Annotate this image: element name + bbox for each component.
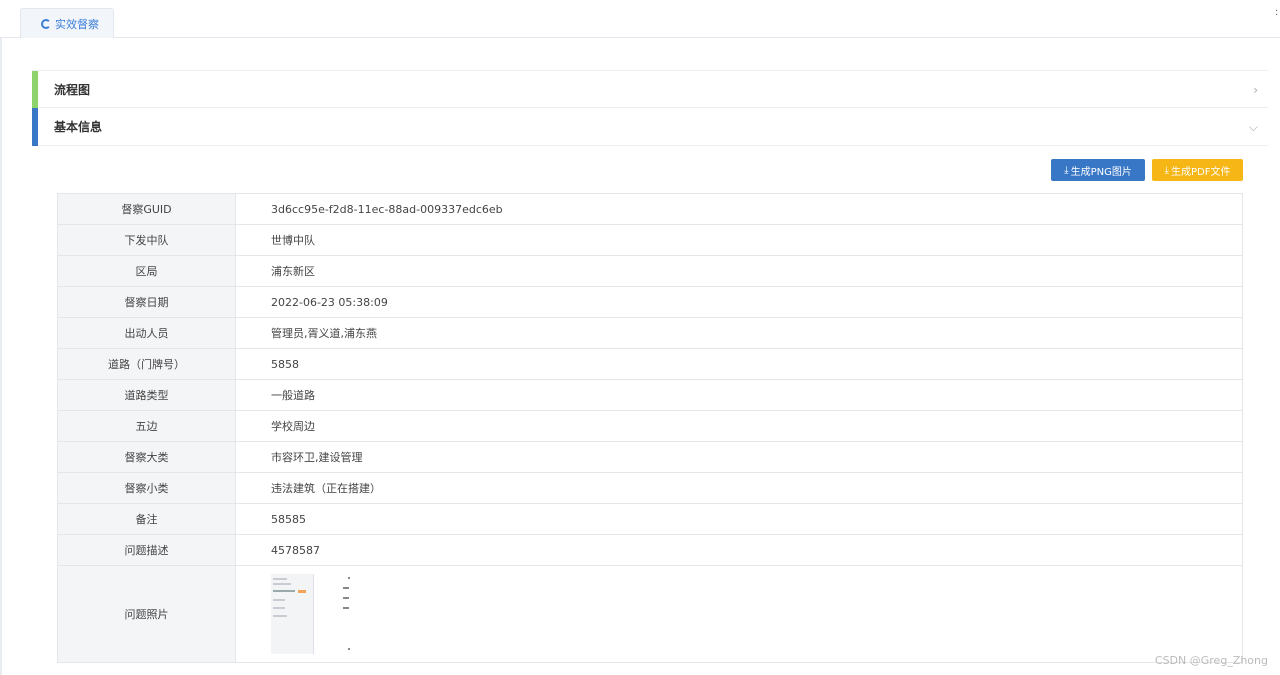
section-flowchart[interactable]: 流程图 › (32, 70, 1268, 109)
row-label: 下发中队 (57, 224, 236, 256)
table-row: 督察日期 2022-06-23 05:38:09 (57, 286, 1243, 318)
section-accent-bar (32, 71, 38, 109)
table-row: 下发中队 世博中队 (57, 224, 1243, 256)
table-row: 道路（门牌号） 5858 (57, 348, 1243, 380)
row-label: 五边 (57, 410, 236, 442)
table-row: 区局 浦东新区 (57, 255, 1243, 287)
download-icon: ⤓ (1164, 164, 1169, 176)
row-value: 世博中队 (235, 224, 1243, 256)
row-label: 备注 (57, 503, 236, 535)
tab-bar: 实效督察 · · (0, 0, 1280, 38)
row-value: 3d6cc95e-f2d8-11ec-88ad-009337edc6eb (235, 193, 1243, 225)
section-title-flowchart: 流程图 (54, 82, 91, 97)
row-label: 出动人员 (57, 317, 236, 349)
row-value: 学校周边 (235, 410, 1243, 442)
section-accent-bar (32, 108, 38, 146)
table-row: 督察大类 市容环卫,建设管理 (57, 441, 1243, 473)
row-label: 区局 (57, 255, 236, 287)
table-row: 问题照片 (57, 565, 1243, 663)
row-label: 问题描述 (57, 534, 236, 566)
row-value: 浦东新区 (235, 255, 1243, 287)
row-value: 5858 (235, 348, 1243, 380)
table-row: 督察GUID 3d6cc95e-f2d8-11ec-88ad-009337edc6… (57, 193, 1243, 225)
section-basic-info[interactable]: 基本信息 ⌵ (32, 108, 1268, 146)
row-value: 市容环卫,建设管理 (235, 441, 1243, 473)
row-value: 一般道路 (235, 379, 1243, 411)
problem-photo-thumbnail[interactable] (271, 574, 351, 654)
info-table: 督察GUID 3d6cc95e-f2d8-11ec-88ad-009337edc6… (57, 193, 1243, 663)
section-title-basic-info: 基本信息 (54, 120, 103, 134)
table-row: 备注 58585 (57, 503, 1243, 535)
generate-pdf-label: 生成PDF文件 (1170, 166, 1231, 178)
row-value: 4578587 (235, 534, 1243, 566)
table-row: 道路类型 一般道路 (57, 379, 1243, 411)
row-label: 道路（门牌号） (57, 348, 236, 380)
row-value: 2022-06-23 05:38:09 (235, 286, 1243, 318)
row-label: 督察日期 (57, 286, 236, 318)
row-value: 违法建筑（正在搭建） (235, 472, 1243, 504)
chevron-right-icon[interactable]: › (1253, 83, 1258, 97)
table-row: 出动人员 管理员,胥义道,浦东燕 (57, 317, 1243, 349)
generate-pdf-button[interactable]: ⤓ 生成PDF文件 (1152, 159, 1243, 181)
generate-png-label: 生成PNG图片 (1070, 166, 1132, 178)
row-value: 58585 (235, 503, 1243, 535)
left-divider (0, 38, 2, 675)
table-row: 督察小类 违法建筑（正在搭建） (57, 472, 1243, 504)
row-label: 督察小类 (57, 472, 236, 504)
generate-png-button[interactable]: ⤓ 生成PNG图片 (1051, 159, 1145, 181)
table-row: 五边 学校周边 (57, 410, 1243, 442)
more-icon[interactable]: · · (1275, 7, 1278, 22)
refresh-icon (41, 18, 51, 29)
table-row: 问题描述 4578587 (57, 534, 1243, 566)
row-label: 督察大类 (57, 441, 236, 473)
tab-inspection[interactable]: 实效督察 (20, 8, 114, 38)
download-icon: ⤓ (1064, 164, 1069, 176)
row-label: 道路类型 (57, 379, 236, 411)
watermark: CSDN @Greg_Zhong (1154, 654, 1268, 667)
row-label: 问题照片 (57, 565, 236, 663)
chevron-down-icon[interactable]: ⌵ (1249, 120, 1258, 135)
row-value: 管理员,胥义道,浦东燕 (235, 317, 1243, 349)
tab-label: 实效督察 (55, 17, 99, 31)
row-label: 督察GUID (57, 193, 236, 225)
